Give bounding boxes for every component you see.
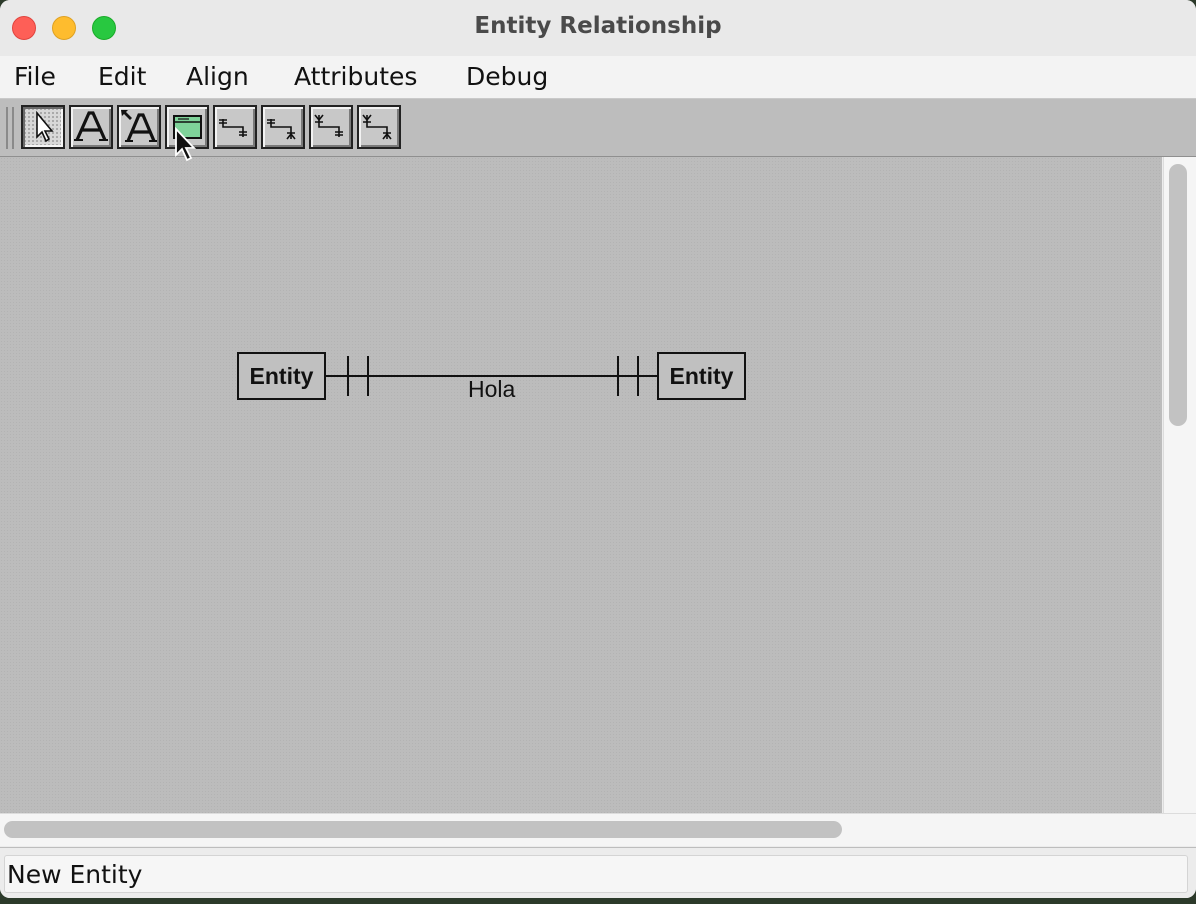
many-to-one-relation-tool-button[interactable] [309,105,353,149]
many-to-many-relation-icon [362,114,392,140]
horizontal-scroll-thumb[interactable] [4,821,842,838]
select-arrow-icon [36,110,54,143]
entity-box-right[interactable]: Entity [657,352,746,400]
status-field [4,855,1188,893]
toolbar-grip[interactable] [6,107,14,149]
app-window: Entity Relationship File Edit Align Attr… [0,0,1196,898]
mouse-cursor-icon [175,127,197,162]
menu-align[interactable]: Align [186,62,249,91]
select-tool-button[interactable] [21,105,65,149]
one-to-one-relation-tool-button[interactable] [213,105,257,149]
window-title: Entity Relationship [474,13,722,39]
vertical-scroll-thumb[interactable] [1169,164,1187,426]
title-bar: Entity Relationship [0,0,1196,56]
text-tool-button[interactable] [69,105,113,149]
menu-edit[interactable]: Edit [98,62,146,91]
text-with-arrow-tool-button[interactable] [117,105,161,149]
one-to-many-relation-tool-button[interactable] [261,105,305,149]
text-with-arrow-icon [121,110,157,142]
relationship-label[interactable]: Hola [468,376,515,403]
menu-attributes[interactable]: Attributes [294,62,417,91]
one-to-many-relation-icon [267,119,296,140]
many-to-one-relation-icon [314,114,343,137]
menu-bar: File Edit Align Attributes Debug [0,56,1196,99]
text-icon [74,111,108,141]
menu-file[interactable]: File [14,62,56,91]
menu-debug[interactable]: Debug [466,62,548,91]
status-text: New Entity [7,860,143,889]
entity-box-left[interactable]: Entity [237,352,326,400]
relationship-line[interactable] [0,157,1162,813]
diagram-canvas[interactable]: Entity Entity Hola [0,157,1162,813]
many-to-many-relation-tool-button[interactable] [357,105,401,149]
one-to-one-relation-icon [219,119,247,137]
